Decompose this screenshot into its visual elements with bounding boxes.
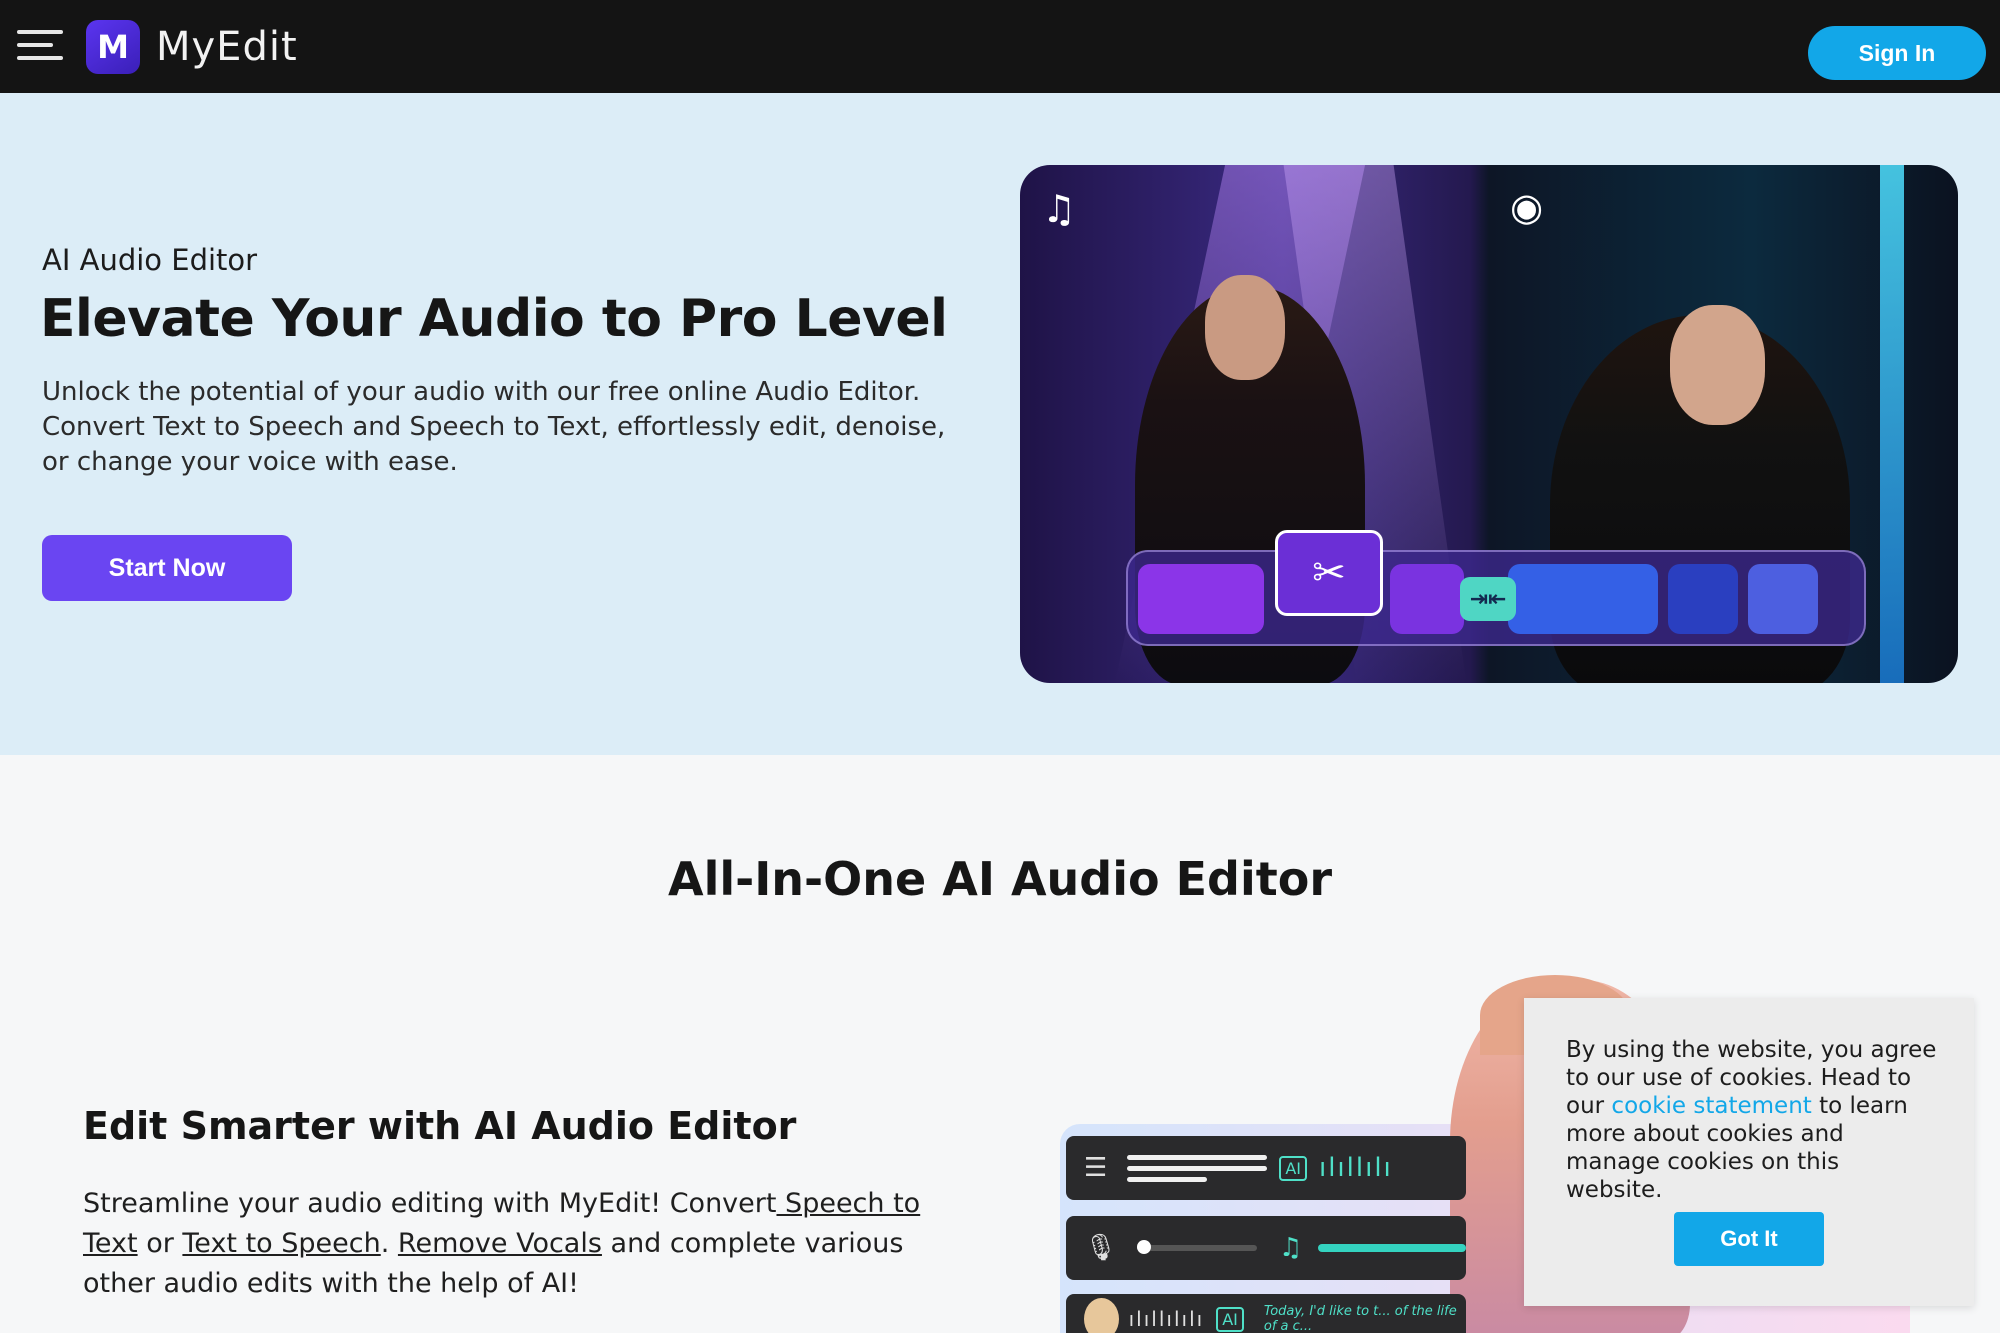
text-to-speech-row: ☰ AI ılıllılı (1066, 1136, 1466, 1200)
hero-section: AI Audio Editor Elevate Your Audio to Pr… (0, 93, 2000, 755)
waveform-icon: ılıllılılı (1128, 1307, 1205, 1331)
waveform-segment (1390, 564, 1464, 634)
got-it-button[interactable]: Got It (1674, 1212, 1824, 1266)
music-ai-icon: ♫ (1042, 187, 1077, 231)
desc-text: . (380, 1228, 398, 1259)
music-note-icon: ♫ (1279, 1233, 1305, 1263)
remove-vocals-link[interactable]: Remove Vocals (398, 1228, 602, 1259)
logo-text[interactable]: MyEdit (156, 24, 298, 70)
guitarist-face (1205, 275, 1285, 380)
waveform-segment (1748, 564, 1818, 634)
progress-slider (1137, 1240, 1257, 1254)
sign-in-button[interactable]: Sign In (1808, 26, 1986, 80)
hero-description: Unlock the potential of your audio with … (42, 377, 946, 477)
cookie-banner: By using the website, you agree to our u… (1524, 998, 1974, 1306)
cookie-text: By using the website, you agree to our u… (1566, 1036, 1938, 1204)
desc-text: Streamline your audio editing with MyEdi… (83, 1188, 777, 1219)
hero-eyebrow: AI Audio Editor (42, 243, 258, 277)
ai-badge: AI (1279, 1155, 1307, 1181)
start-now-button[interactable]: Start Now (42, 535, 292, 601)
subsection-description: Streamline your audio editing with MyEdi… (83, 1184, 983, 1304)
waveform-icon: ılıllılı (1318, 1153, 1393, 1183)
text-to-speech-link[interactable]: Text to Speech (182, 1228, 380, 1259)
waveform-segment (1508, 564, 1658, 634)
menu-icon[interactable] (17, 30, 63, 62)
logo-icon[interactable]: M (86, 20, 140, 74)
audio-progress-line (1318, 1244, 1466, 1252)
scissors-icon: ✂ (1275, 530, 1383, 616)
podcaster-face (1670, 305, 1765, 425)
waveform-segment (1668, 564, 1738, 634)
voice-row: ılıllılılı AI Today, I'd like to t... of… (1066, 1294, 1466, 1333)
transcript-text: Today, I'd like to t... of the life of a… (1263, 1304, 1457, 1333)
speech-row: 🎙 ♫ (1066, 1216, 1466, 1280)
hero-image: ♫ ◉ ✂ ⇥⇤ (1020, 165, 1958, 683)
merge-icon: ⇥⇤ (1460, 577, 1516, 621)
text-lines (1127, 1154, 1268, 1182)
podcast-icon: ◉ (1510, 185, 1544, 229)
subsection-title: Edit Smarter with AI Audio Editor (83, 1104, 797, 1148)
desc-text: or (137, 1228, 183, 1259)
hero-title: Elevate Your Audio to Pro Level (40, 289, 948, 349)
ai-badge: AI (1216, 1306, 1244, 1332)
avatar (1084, 1298, 1119, 1333)
document-icon: ☰ (1084, 1153, 1108, 1183)
top-navbar: M MyEdit Sign In (0, 0, 2000, 93)
neon-light (1880, 165, 1904, 683)
section-title: All-In-One AI Audio Editor (667, 852, 1333, 906)
cookie-statement-link[interactable]: cookie statement (1611, 1093, 1811, 1119)
mic-icon: 🎙 (1084, 1233, 1118, 1263)
waveform-segment (1138, 564, 1264, 634)
